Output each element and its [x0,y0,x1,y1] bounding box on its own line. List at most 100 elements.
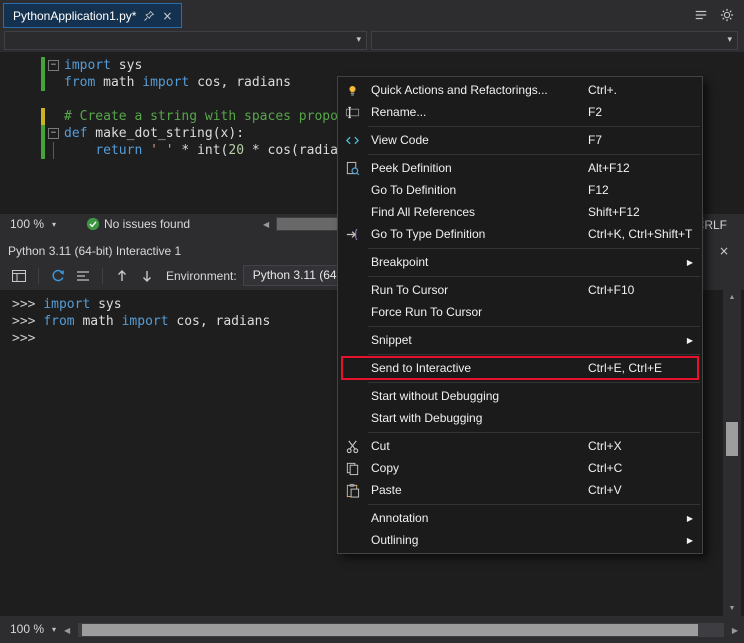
menu-item-label: View Code [371,133,429,147]
code-token: math [75,314,122,329]
chevron-down-icon: ▾ [52,220,56,229]
code-token: from [64,75,95,90]
change-indicator [41,108,45,125]
menu-item-quick-actions-and-refactorings[interactable]: Quick Actions and Refactorings...Ctrl+. [338,79,702,101]
interactive-horizontal-scrollbar[interactable] [78,623,724,637]
interactive-window-icon[interactable] [10,267,28,285]
menu-item-cut[interactable]: CutCtrl+X [338,435,702,457]
change-indicator [41,74,45,91]
menu-separator [368,382,700,383]
tab-pythonapplication1-py[interactable]: PythonApplication1.py* × [3,3,182,28]
fold-margin [46,108,64,125]
menu-item-breakpoint[interactable]: Breakpoint ▶ [338,251,702,273]
reset-icon[interactable] [49,267,67,285]
menu-item-run-to-cursor[interactable]: Run To CursorCtrl+F10 [338,279,702,301]
paste-icon [344,482,360,498]
code-text: def make_dot_string(x): [64,126,244,141]
submenu-arrow-icon: ▶ [687,336,693,345]
code-token: math [95,75,142,90]
scroll-up-arrow-icon[interactable]: ▲ [723,294,741,301]
history-next-icon[interactable] [138,267,156,285]
menu-item-snippet[interactable]: Snippet▶ [338,329,702,351]
task-list-icon[interactable] [694,8,708,27]
menu-item-shortcut: Shift+F12 [588,205,640,219]
scrollbar-thumb[interactable] [82,624,698,636]
cut-icon [344,438,360,454]
code-token: from [43,314,74,329]
menu-item-send-to-interactive[interactable]: Send to InteractiveCtrl+E, Ctrl+E [338,357,702,379]
submenu-arrow-icon: ▶ [687,536,693,545]
history-previous-icon[interactable] [113,267,131,285]
menu-item-force-run-to-cursor[interactable]: Force Run To Cursor [338,301,702,323]
menu-item-peek-definition[interactable]: Peek DefinitionAlt+F12 [338,157,702,179]
menu-separator [368,432,700,433]
interactive-vertical-scrollbar[interactable]: ▲ ▼ [723,290,741,616]
navigation-scope-dropdown[interactable]: ▾ [4,31,367,50]
change-indicator [41,125,45,142]
editor-zoom-dropdown[interactable]: 100 % ▾ [10,217,56,231]
panel-close-icon[interactable]: × [719,243,729,258]
menu-item-copy[interactable]: CopyCtrl+C [338,457,702,479]
menu-item-go-to-definition[interactable]: Go To DefinitionF12 [338,179,702,201]
menu-separator [368,126,700,127]
fold-guide-line [53,142,54,159]
code-token: * cos(radia [244,143,338,158]
menu-item-label: Annotation [371,511,428,525]
interactive-toolbar-icons [10,267,156,285]
tab-title: PythonApplication1.py* [13,9,136,23]
menu-item-outlining[interactable]: Outlining▶ [338,529,702,551]
scroll-right-arrow-icon[interactable]: ▶ [732,626,738,635]
issues-check-icon [86,217,100,234]
menu-item-label: Run To Cursor [371,283,448,297]
code-token: import [64,58,111,73]
navigation-member-dropdown[interactable]: ▾ [371,31,738,50]
editor-gutter [0,142,46,159]
menu-item-find-all-references[interactable]: Find All ReferencesShift+F12 [338,201,702,223]
submenu-arrow-icon: ▶ [687,514,693,523]
collapse-region-icon[interactable]: − [48,60,59,71]
window-toolbar [694,8,734,27]
clear-screen-icon[interactable] [74,267,92,285]
menu-item-view-code[interactable]: View CodeF7 [338,129,702,151]
menu-item-rename[interactable]: Rename...F2 [338,101,702,123]
scroll-left-arrow-icon[interactable]: ◀ [64,626,70,635]
scrollbar-thumb[interactable] [726,422,738,456]
menu-separator [368,504,700,505]
code-line[interactable]: −import sys [0,57,744,74]
close-icon[interactable]: × [162,10,172,22]
submenu-arrow-icon: ▶ [687,258,693,267]
collapse-region-icon[interactable]: − [48,128,59,139]
fold-margin: − [46,125,64,142]
menu-item-go-to-type-definition[interactable]: Go To Type DefinitionCtrl+K, Ctrl+Shift+… [338,223,702,245]
interactive-zoom-dropdown[interactable]: 100 % ▾ [10,622,56,636]
code-text: import sys [64,58,142,73]
interactive-status-bar: 100 % ▾ ◀ ▶ [0,616,744,643]
code-token: cos, radians [169,314,271,329]
fold-margin: − [46,57,64,74]
code-token: sys [111,58,142,73]
scroll-left-arrow-icon[interactable]: ◀ [263,220,269,229]
menu-separator [368,276,700,277]
pin-icon[interactable] [143,10,155,22]
menu-item-label: Start without Debugging [371,389,499,403]
tab-bar: PythonApplication1.py* × [0,0,744,29]
issues-status-text[interactable]: No issues found [104,217,190,231]
menu-item-start-without-debugging[interactable]: Start without Debugging [338,385,702,407]
code-token [64,143,95,158]
rename-icon [344,104,360,120]
menu-separator [368,154,700,155]
menu-item-label: Breakpoint [371,255,428,269]
code-token: import [142,75,189,90]
menu-item-start-with-debugging[interactable]: Start with Debugging [338,407,702,429]
menu-separator [368,248,700,249]
scroll-down-arrow-icon[interactable]: ▼ [723,605,741,612]
menu-item-annotation[interactable]: Annotation ▶ [338,507,702,529]
view-code-icon [344,132,360,148]
menu-item-shortcut: Ctrl+. [588,83,617,97]
menu-item-paste[interactable]: PasteCtrl+V [338,479,702,501]
menu-item-label: Peek Definition [371,161,452,175]
gear-icon[interactable] [720,8,734,27]
menu-item-shortcut: Ctrl+E, Ctrl+E [588,361,662,375]
fold-margin [46,74,64,91]
code-token: # Create a string with spaces propor [64,109,346,124]
